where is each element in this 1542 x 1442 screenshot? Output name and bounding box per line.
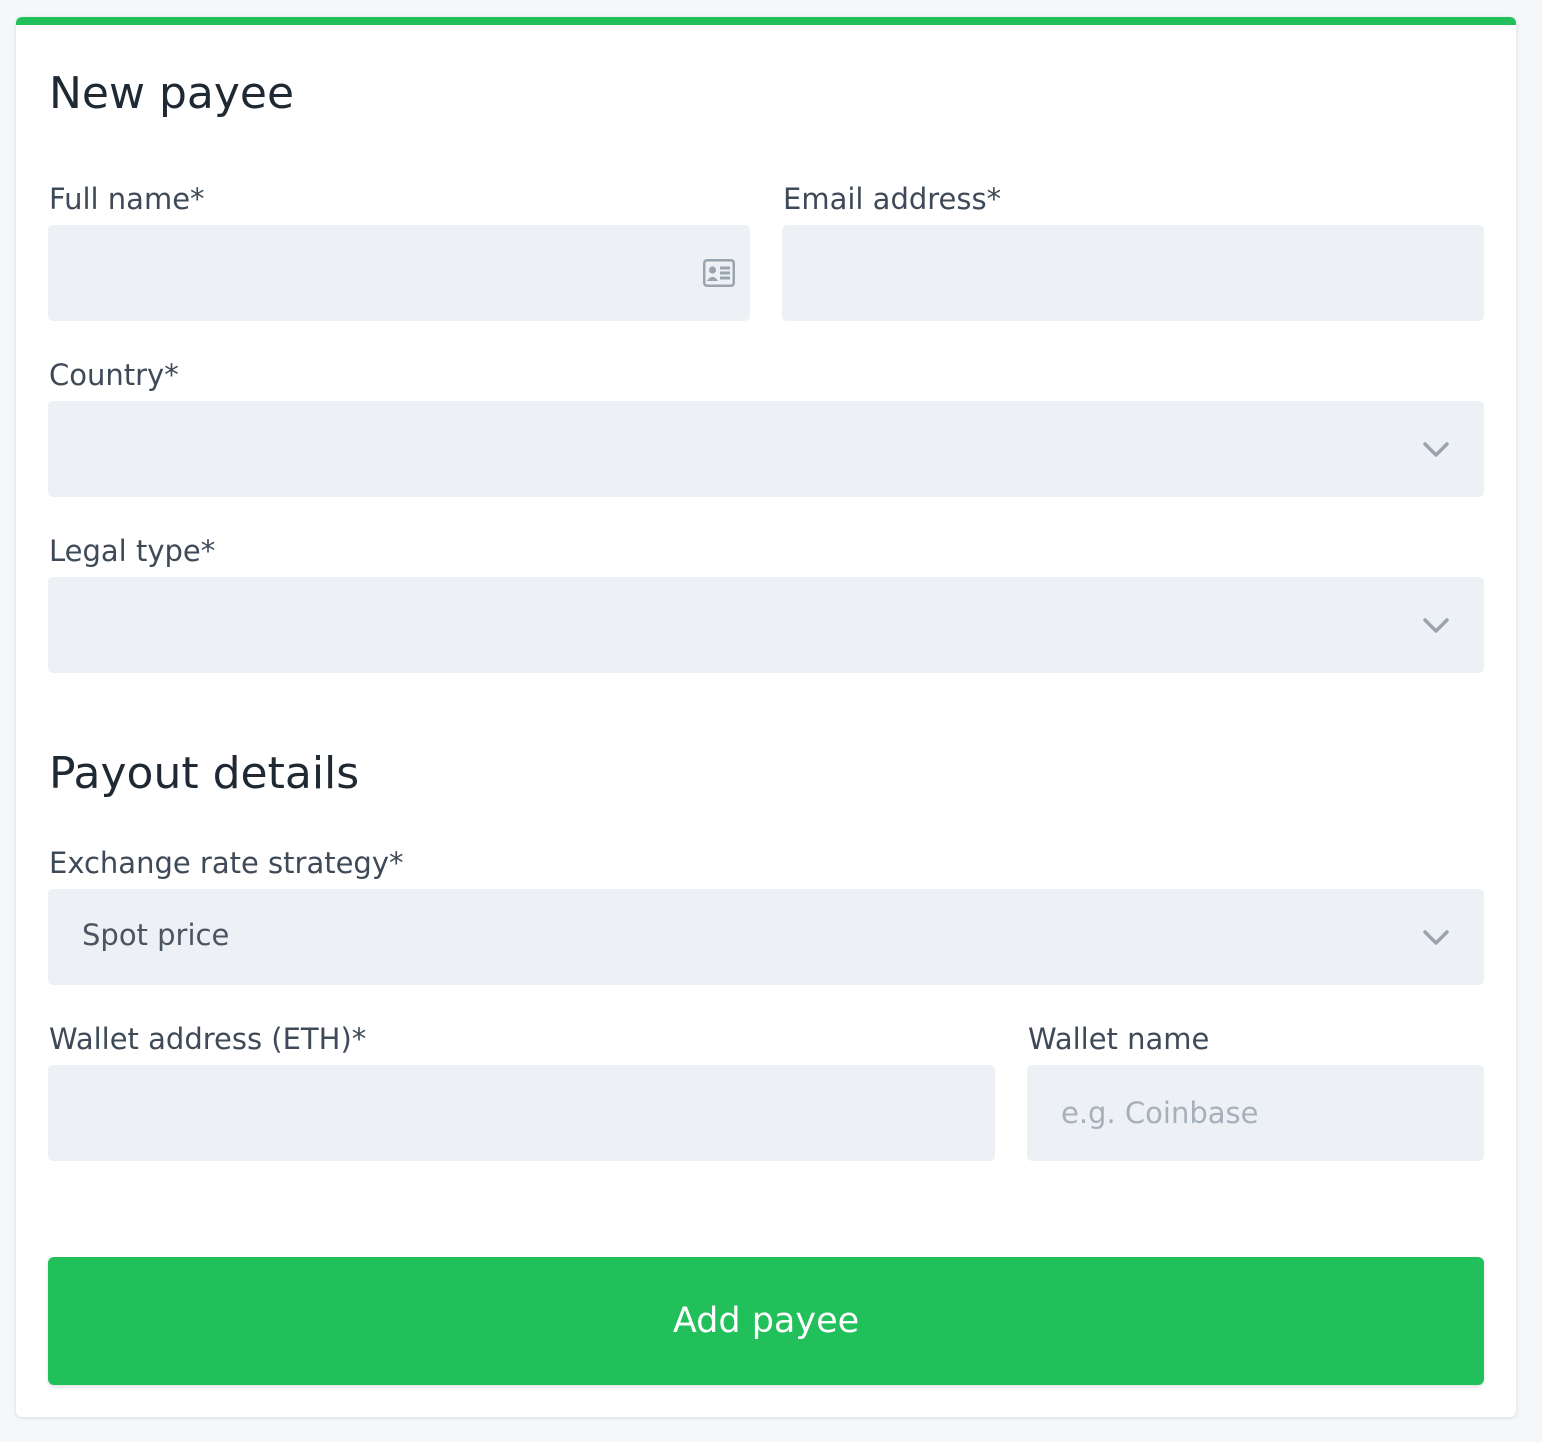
exchange-rate-value: Spot price bbox=[82, 918, 230, 952]
page-title: New payee bbox=[49, 68, 295, 119]
chevron-down-icon bbox=[1423, 930, 1449, 945]
exchange-rate-select[interactable]: Spot price bbox=[48, 889, 1484, 985]
email-field bbox=[782, 225, 1484, 321]
wallet-name-field bbox=[1027, 1065, 1484, 1161]
wallet-name-input[interactable] bbox=[1027, 1065, 1484, 1161]
country-select[interactable] bbox=[48, 401, 1484, 497]
full-name-input[interactable] bbox=[48, 225, 750, 321]
payout-details-title: Payout details bbox=[49, 748, 360, 799]
email-input[interactable] bbox=[782, 225, 1484, 321]
full-name-label: Full name* bbox=[49, 182, 205, 216]
new-payee-card: New payee Full name* Email address* Coun… bbox=[16, 17, 1516, 1417]
wallet-address-input[interactable] bbox=[48, 1065, 995, 1161]
add-payee-button[interactable]: Add payee bbox=[48, 1257, 1484, 1385]
legal-type-label: Legal type* bbox=[49, 534, 216, 568]
email-label: Email address* bbox=[783, 182, 1002, 216]
wallet-address-field bbox=[48, 1065, 995, 1161]
wallet-name-label: Wallet name bbox=[1028, 1022, 1210, 1056]
country-label: Country* bbox=[49, 358, 179, 392]
chevron-down-icon bbox=[1423, 618, 1449, 633]
legal-type-select[interactable] bbox=[48, 577, 1484, 673]
full-name-field bbox=[48, 225, 750, 321]
contact-card-icon[interactable] bbox=[703, 259, 735, 287]
card-accent-bar bbox=[16, 17, 1516, 25]
exchange-rate-label: Exchange rate strategy* bbox=[49, 846, 404, 880]
chevron-down-icon bbox=[1423, 442, 1449, 457]
wallet-address-label: Wallet address (ETH)* bbox=[49, 1022, 367, 1056]
